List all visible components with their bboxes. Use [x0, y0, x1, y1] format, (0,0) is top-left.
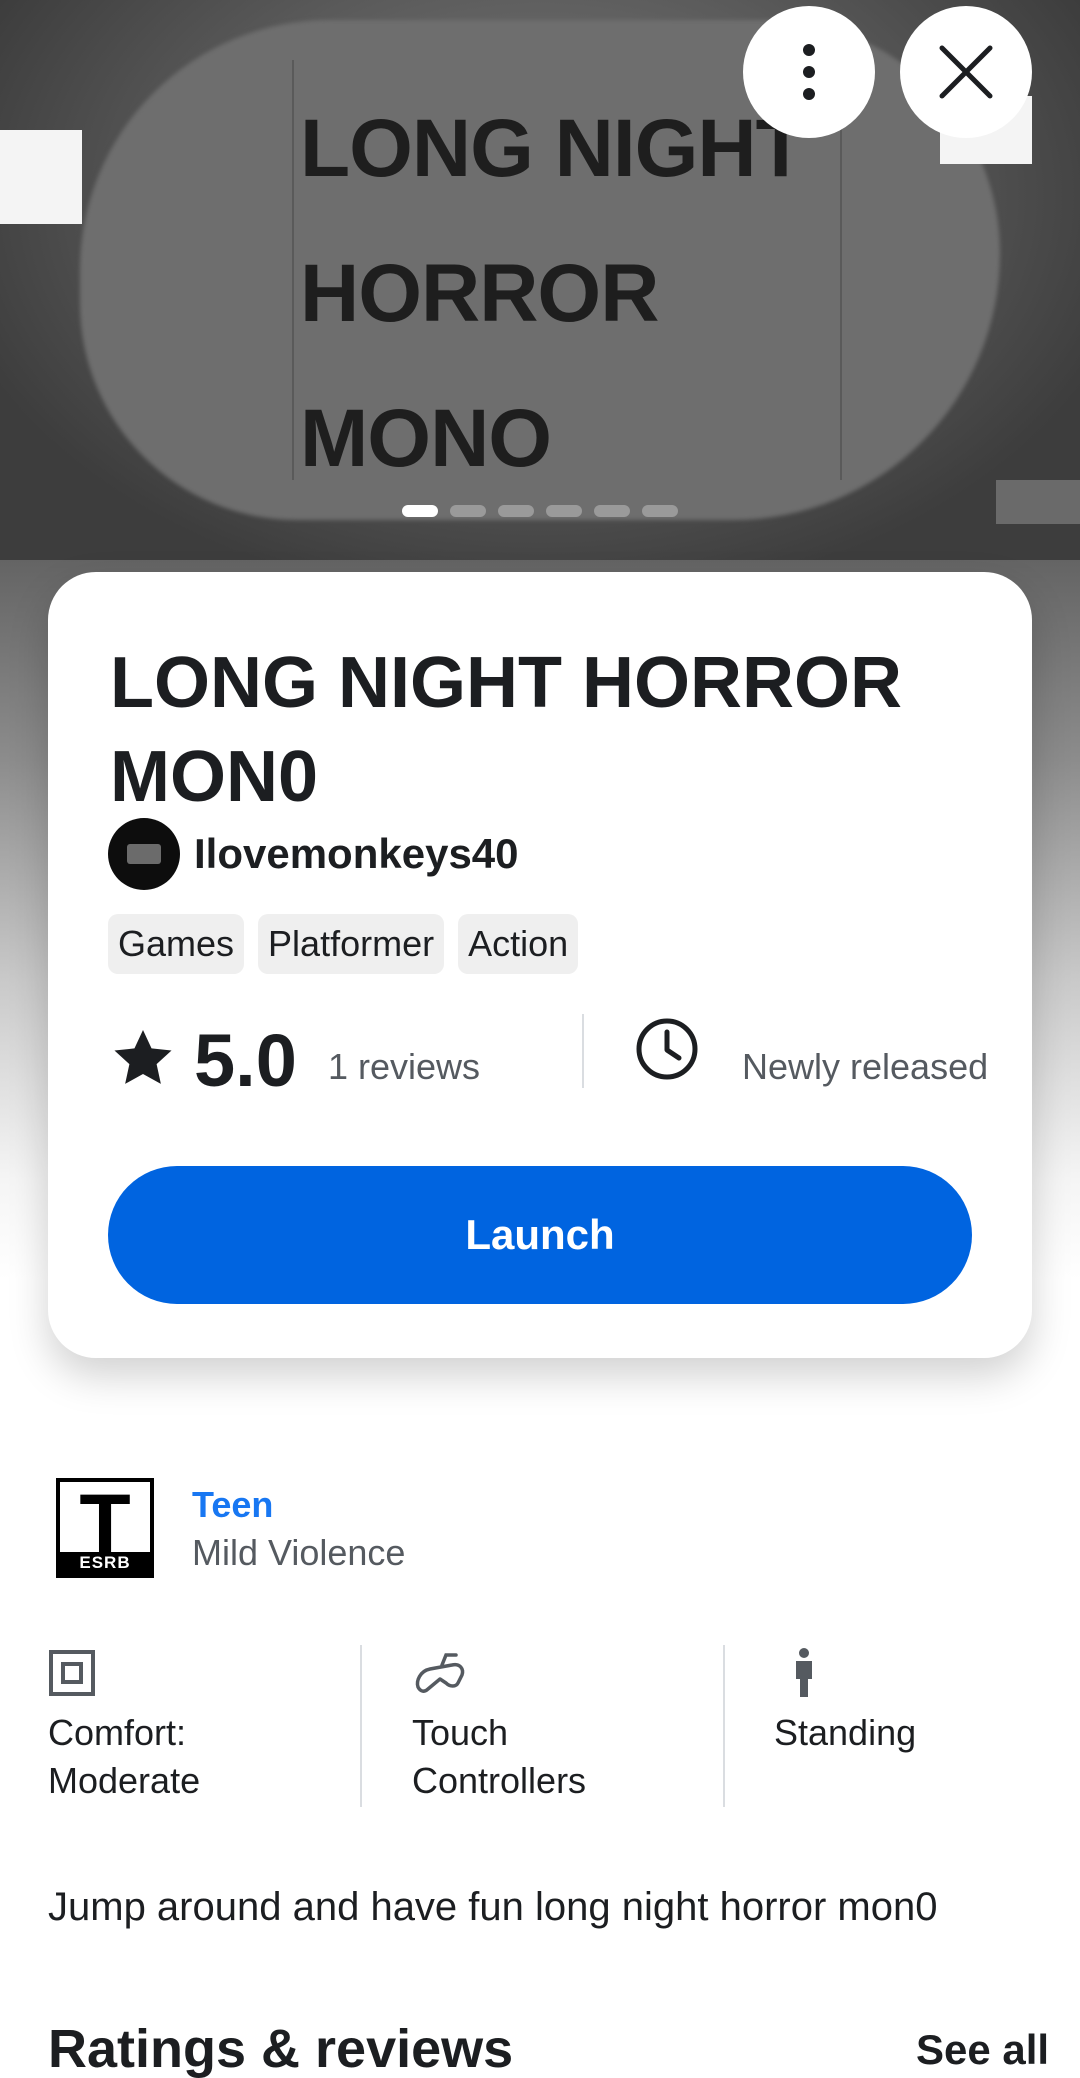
hero-text-line-2: HORROR	[300, 248, 659, 339]
game-info-card: LONG NIGHT HORROR MON0 Ilovemonkeys40 Ga…	[48, 572, 1032, 1358]
release-status: Newly released	[742, 1046, 989, 1087]
game-title: LONG NIGHT HORROR MON0	[110, 643, 902, 817]
hero-text-line-3: MONO	[300, 393, 552, 484]
tag-chip[interactable]: Games	[108, 914, 245, 974]
rating-value: 5.0	[194, 1019, 297, 1102]
feature-comfort: Comfort: Moderate	[48, 1645, 200, 1805]
creator-row[interactable]: Ilovemonkeys40	[108, 818, 519, 890]
more-vertical-icon	[803, 44, 815, 100]
feature-divider	[723, 1645, 725, 1807]
ratings-reviews-heading: Ratings & reviews	[48, 2019, 514, 2078]
carousel-dot[interactable]	[402, 505, 438, 517]
content-descriptor: Mild Violence	[192, 1532, 406, 1573]
stats-row: 5.0 1 reviews Newly released	[110, 1014, 990, 1114]
hero-decoration-left	[0, 130, 82, 224]
launch-button[interactable]: Launch	[108, 1166, 972, 1304]
feature-label: Comfort:	[48, 1712, 187, 1753]
esrb-label: ESRB	[60, 1552, 150, 1574]
feature-label: Touch	[412, 1712, 509, 1753]
carousel-dot[interactable]	[546, 505, 582, 517]
touch-controller-icon	[415, 1653, 465, 1693]
comfort-icon	[49, 1650, 95, 1696]
feature-controllers: Touch Controllers	[412, 1645, 586, 1805]
creator-avatar[interactable]	[108, 818, 180, 890]
close-icon	[939, 45, 993, 99]
feature-divider	[360, 1645, 362, 1807]
esrb-teen-icon: T ESRB	[56, 1477, 154, 1578]
creator-name[interactable]: Ilovemonkeys40	[194, 830, 519, 878]
close-button[interactable]	[900, 6, 1032, 138]
see-all-link[interactable]: See all	[916, 2026, 1049, 2074]
tag-list: Games Platformer Action	[108, 914, 579, 974]
carousel-dot[interactable]	[498, 505, 534, 517]
stats-divider	[582, 1014, 584, 1088]
feature-value: Moderate	[48, 1760, 201, 1801]
hero-text-line-1: LONG NIGHT	[300, 103, 806, 194]
clock-icon	[636, 1018, 698, 1080]
age-rating-link[interactable]: Teen	[192, 1484, 273, 1526]
carousel-dot[interactable]	[594, 505, 630, 517]
hero-decoration-bottom	[996, 480, 1080, 524]
tag-chip[interactable]: Platformer	[258, 914, 445, 974]
esrb-badge: T ESRB	[56, 1477, 154, 1578]
feature-play-area: Standing	[774, 1645, 916, 1757]
standing-person-icon	[796, 1648, 812, 1697]
carousel-dot[interactable]	[450, 505, 486, 517]
feature-value: Controllers	[412, 1760, 587, 1801]
tag-chip[interactable]: Action	[458, 914, 579, 974]
feature-label: Standing	[774, 1712, 917, 1753]
feature-list: Comfort: Moderate Touch Controllers Stan…	[0, 1645, 1080, 1815]
carousel-dot[interactable]	[642, 505, 678, 517]
reviews-count[interactable]: 1 reviews	[328, 1046, 480, 1088]
carousel-indicator	[402, 505, 678, 517]
game-description: Jump around and have fun long night horr…	[48, 1885, 938, 1929]
more-options-button[interactable]	[743, 6, 875, 138]
star-icon	[114, 1030, 172, 1084]
